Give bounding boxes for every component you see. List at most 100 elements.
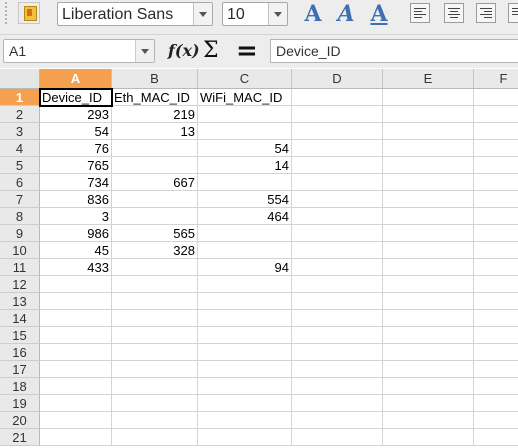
cell-e18[interactable]: [383, 378, 474, 395]
column-header-f[interactable]: F: [474, 69, 518, 89]
cell-d8[interactable]: [292, 208, 383, 225]
align-left-icon[interactable]: [410, 3, 430, 23]
row-header-8[interactable]: 8: [0, 208, 40, 225]
column-header-c[interactable]: C: [198, 69, 292, 89]
row-header-13[interactable]: 13: [0, 293, 40, 310]
cell-f19[interactable]: [474, 395, 518, 412]
cell-c7[interactable]: 554: [198, 191, 292, 208]
cell-e10[interactable]: [383, 242, 474, 259]
select-all-corner[interactable]: [0, 69, 40, 89]
column-header-b[interactable]: B: [112, 69, 198, 89]
cell-a11[interactable]: 433: [40, 259, 112, 276]
cell-e2[interactable]: [383, 106, 474, 123]
cell-a2[interactable]: 293: [40, 106, 112, 123]
cell-c12[interactable]: [198, 276, 292, 293]
cell-e19[interactable]: [383, 395, 474, 412]
cell-d19[interactable]: [292, 395, 383, 412]
cell-c16[interactable]: [198, 344, 292, 361]
cell-e8[interactable]: [383, 208, 474, 225]
function-wizard-icon[interactable]: f(x): [168, 41, 200, 60]
cell-a3[interactable]: 54: [40, 123, 112, 140]
cell-f7[interactable]: [474, 191, 518, 208]
cell-e12[interactable]: [383, 276, 474, 293]
row-header-2[interactable]: 2: [0, 106, 40, 123]
cell-d7[interactable]: [292, 191, 383, 208]
cell-b19[interactable]: [112, 395, 198, 412]
row-header-14[interactable]: 14: [0, 310, 40, 327]
cell-d13[interactable]: [292, 293, 383, 310]
font-size-combo[interactable]: 10: [222, 2, 288, 26]
underline-icon[interactable]: A: [366, 1, 392, 27]
cell-c10[interactable]: [198, 242, 292, 259]
chevron-down-icon[interactable]: [268, 3, 287, 25]
cell-a20[interactable]: [40, 412, 112, 429]
cell-a12[interactable]: [40, 276, 112, 293]
cell-e15[interactable]: [383, 327, 474, 344]
cell-f6[interactable]: [474, 174, 518, 191]
cell-a16[interactable]: [40, 344, 112, 361]
cell-b3[interactable]: 13: [112, 123, 198, 140]
cell-d2[interactable]: [292, 106, 383, 123]
cell-f15[interactable]: [474, 327, 518, 344]
cell-d3[interactable]: [292, 123, 383, 140]
sum-icon[interactable]: Σ: [203, 38, 219, 63]
cell-b18[interactable]: [112, 378, 198, 395]
row-header-4[interactable]: 4: [0, 140, 40, 157]
cell-d10[interactable]: [292, 242, 383, 259]
cell-f17[interactable]: [474, 361, 518, 378]
cell-b5[interactable]: [112, 157, 198, 174]
row-header-19[interactable]: 19: [0, 395, 40, 412]
cell-c5[interactable]: 14: [198, 157, 292, 174]
name-box[interactable]: A1: [3, 39, 155, 63]
row-header-17[interactable]: 17: [0, 361, 40, 378]
font-name-combo[interactable]: Liberation Sans: [57, 2, 213, 26]
cell-a10[interactable]: 45: [40, 242, 112, 259]
cell-e17[interactable]: [383, 361, 474, 378]
cell-d18[interactable]: [292, 378, 383, 395]
row-header-1[interactable]: 1: [0, 89, 40, 106]
cell-d9[interactable]: [292, 225, 383, 242]
row-header-6[interactable]: 6: [0, 174, 40, 191]
cell-d1[interactable]: [292, 89, 383, 106]
cell-c6[interactable]: [198, 174, 292, 191]
cell-d4[interactable]: [292, 140, 383, 157]
font-effect-icon[interactable]: A: [300, 1, 326, 27]
cell-e16[interactable]: [383, 344, 474, 361]
cell-f4[interactable]: [474, 140, 518, 157]
row-header-15[interactable]: 15: [0, 327, 40, 344]
cell-c20[interactable]: [198, 412, 292, 429]
cell-a18[interactable]: [40, 378, 112, 395]
cell-a9[interactable]: 986: [40, 225, 112, 242]
justify-icon[interactable]: [508, 3, 518, 23]
cell-e14[interactable]: [383, 310, 474, 327]
cell-e13[interactable]: [383, 293, 474, 310]
cell-d17[interactable]: [292, 361, 383, 378]
cell-c19[interactable]: [198, 395, 292, 412]
row-header-20[interactable]: 20: [0, 412, 40, 429]
cell-f20[interactable]: [474, 412, 518, 429]
cell-f5[interactable]: [474, 157, 518, 174]
cell-b21[interactable]: [112, 429, 198, 446]
cell-c1[interactable]: WiFi_MAC_ID: [198, 89, 292, 106]
cell-a5[interactable]: 765: [40, 157, 112, 174]
cell-f12[interactable]: [474, 276, 518, 293]
cell-a7[interactable]: 836: [40, 191, 112, 208]
cell-b1[interactable]: Eth_MAC_ID: [112, 89, 198, 106]
cell-b8[interactable]: [112, 208, 198, 225]
cell-a6[interactable]: 734: [40, 174, 112, 191]
cell-a21[interactable]: [40, 429, 112, 446]
cell-e5[interactable]: [383, 157, 474, 174]
cell-d12[interactable]: [292, 276, 383, 293]
cell-f13[interactable]: [474, 293, 518, 310]
cell-a19[interactable]: [40, 395, 112, 412]
toolbar-handle[interactable]: [5, 2, 13, 24]
cell-a17[interactable]: [40, 361, 112, 378]
cell-e3[interactable]: [383, 123, 474, 140]
row-header-11[interactable]: 11: [0, 259, 40, 276]
cell-b14[interactable]: [112, 310, 198, 327]
cell-a8[interactable]: 3: [40, 208, 112, 225]
align-center-icon[interactable]: [444, 3, 464, 23]
cell-f10[interactable]: [474, 242, 518, 259]
cell-a13[interactable]: [40, 293, 112, 310]
cell-d14[interactable]: [292, 310, 383, 327]
